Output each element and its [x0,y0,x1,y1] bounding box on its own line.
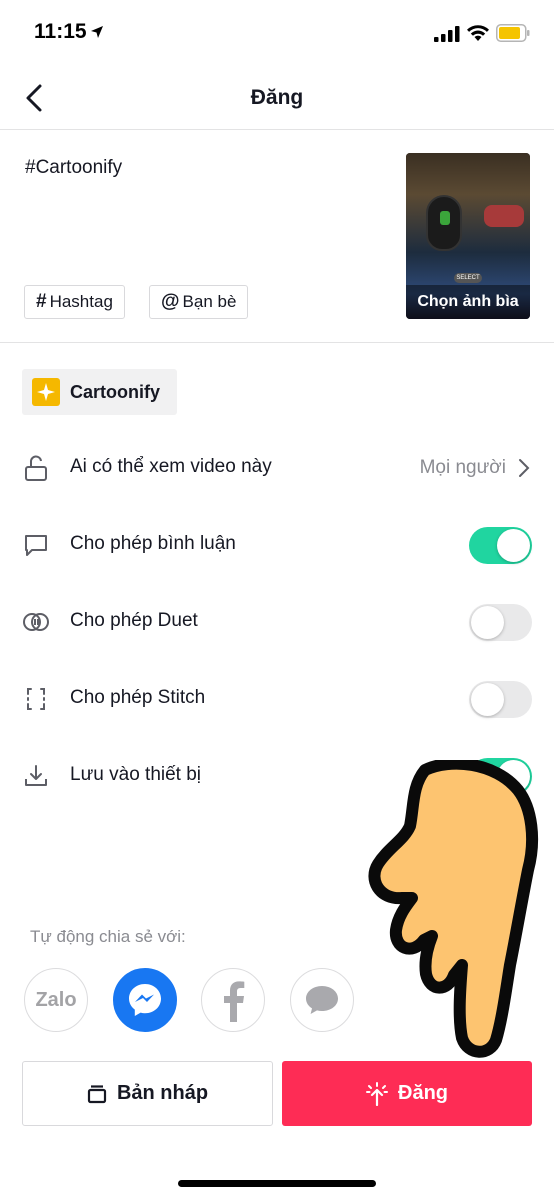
allow-comments-label: Cho phép bình luận [70,533,236,554]
allow-duet-label: Cho phép Duet [70,610,198,631]
toggle-knob [471,606,504,639]
allow-duet-toggle[interactable] [469,604,532,641]
allow-stitch-label: Cho phép Stitch [70,687,206,708]
cover-mouse-shape [426,195,462,251]
draft-button[interactable]: Bản nháp [22,1061,273,1126]
draft-label: Bản nháp [116,1082,209,1104]
lock-open-icon [25,455,47,481]
hash-icon: # [36,291,47,312]
who-can-view-value: Mọi người [419,457,506,478]
chevron-right-icon [519,459,530,477]
hashtag-button[interactable]: # Hashtag [24,285,125,319]
location-arrow-icon [91,26,103,38]
stitch-icon [27,688,45,710]
share-messenger-button[interactable] [113,968,177,1032]
allow-stitch-toggle[interactable] [469,681,532,718]
hashtag-label: Hashtag [49,292,113,311]
toggle-knob [497,529,530,562]
who-can-view-row[interactable]: Ai có thể xem video này Mọi người [0,438,554,498]
status-bar: 11:15 [0,0,554,66]
save-to-device-label: Lưu vào thiết bị [70,764,202,785]
post-label: Đăng [398,1082,448,1104]
mention-friends-button[interactable]: @ Bạn bè [149,285,249,319]
allow-stitch-row: Cho phép Stitch [0,669,554,729]
facebook-icon [224,981,245,1022]
zalo-icon: Zalo [35,988,77,1011]
effect-tag[interactable]: Cartoonify [22,369,177,415]
download-icon [25,765,47,786]
duet-icon [23,613,49,631]
effect-sparkle-icon [32,378,60,406]
friends-label: Bạn bè [182,292,237,311]
caption-input[interactable]: #Cartoonify [25,157,122,179]
select-cover-label: Chọn ảnh bìa [406,285,530,319]
allow-comments-toggle[interactable] [469,527,532,564]
at-icon: @ [161,291,180,312]
drafts-icon [87,1084,107,1103]
wifi-icon [467,25,489,41]
page-title: Đăng [250,86,304,109]
cellular-signal-icon [434,26,460,42]
allow-comments-row: Cho phép bình luận [0,515,554,575]
post-sparkle-icon [366,1081,388,1106]
toggle-knob [471,683,504,716]
nav-bar: Đăng [0,66,554,130]
cover-thumbnail[interactable]: SELECT Chọn ảnh bìa [406,153,530,319]
share-facebook-button[interactable] [201,968,265,1032]
messenger-icon [129,984,161,1016]
cover-select-badge: SELECT [454,273,482,283]
status-time: 11:15 [34,20,87,43]
comment-icon [25,535,47,556]
post-button[interactable]: Đăng [282,1061,532,1126]
auto-share-label: Tự động chia sẻ với: [30,927,186,946]
message-icon [306,986,338,1014]
pointing-hand-illustration [368,760,539,1058]
share-message-button[interactable] [290,968,354,1032]
share-zalo-button[interactable]: Zalo [24,968,88,1032]
home-indicator [178,1180,376,1187]
allow-duet-row: Cho phép Duet [0,592,554,652]
cover-object-shape [484,205,524,227]
caption-area: #Cartoonify # Hashtag @ Bạn bè SELECT Ch… [0,131,554,343]
battery-icon [496,24,530,42]
effect-label: Cartoonify [70,381,160,402]
who-can-view-label: Ai có thể xem video này [70,456,272,477]
